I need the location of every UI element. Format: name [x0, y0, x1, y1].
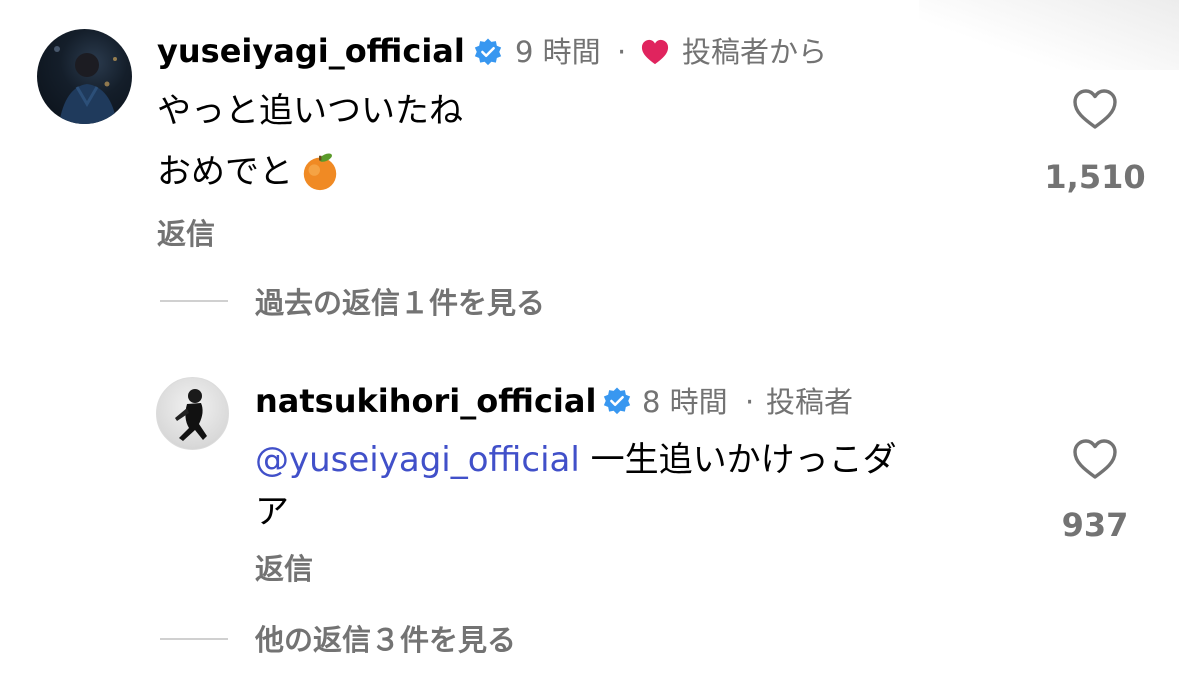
replies-thread-line	[160, 638, 228, 640]
view-replies-button[interactable]: 過去の返信１件を見る	[255, 284, 545, 322]
comment-text-line-1: @yuseiyagi_official 一生追いかけっこダ	[255, 438, 897, 482]
mention-link[interactable]: @yuseiyagi_official	[255, 440, 580, 480]
avatar[interactable]	[156, 377, 229, 450]
comment-text: 一生追いかけっこダ	[579, 440, 897, 480]
username[interactable]: yuseiyagi_official	[157, 31, 465, 71]
comment-text-line-2: ア	[255, 492, 289, 532]
heart-outline-icon[interactable]	[1071, 87, 1119, 131]
heart-filled-icon	[641, 39, 669, 65]
comment-time: 9 時間	[515, 35, 601, 69]
verified-badge-icon	[603, 387, 631, 415]
like-count: 1,510	[1044, 158, 1146, 196]
comment-text-line-2: おめでと	[157, 150, 341, 195]
heart-outline-icon[interactable]	[1071, 437, 1119, 481]
background-shade	[919, 0, 1179, 70]
like-count: 937	[1061, 506, 1129, 544]
avatar[interactable]	[37, 29, 132, 124]
comment-text-line-1: やっと追いついたね	[157, 91, 463, 131]
meta-separator: ·	[617, 35, 627, 69]
meta-separator: ·	[745, 385, 755, 419]
avatar-photo	[175, 389, 207, 441]
replies-thread-line	[160, 300, 228, 302]
author-label: 投稿者	[766, 385, 854, 419]
tangerine-emoji	[303, 152, 337, 190]
comment-text: おめでと	[157, 152, 293, 192]
view-replies-button[interactable]: 他の返信３件を見る	[255, 621, 516, 659]
reply-button[interactable]: 返信	[255, 550, 313, 588]
comment-time: 8 時間	[642, 385, 728, 419]
username[interactable]: natsukihori_official	[255, 381, 596, 421]
verified-badge-icon	[474, 38, 502, 66]
avatar-photo	[54, 46, 117, 124]
creator-liked-label: 投稿者から	[682, 35, 828, 69]
reply-button[interactable]: 返信	[157, 215, 215, 253]
